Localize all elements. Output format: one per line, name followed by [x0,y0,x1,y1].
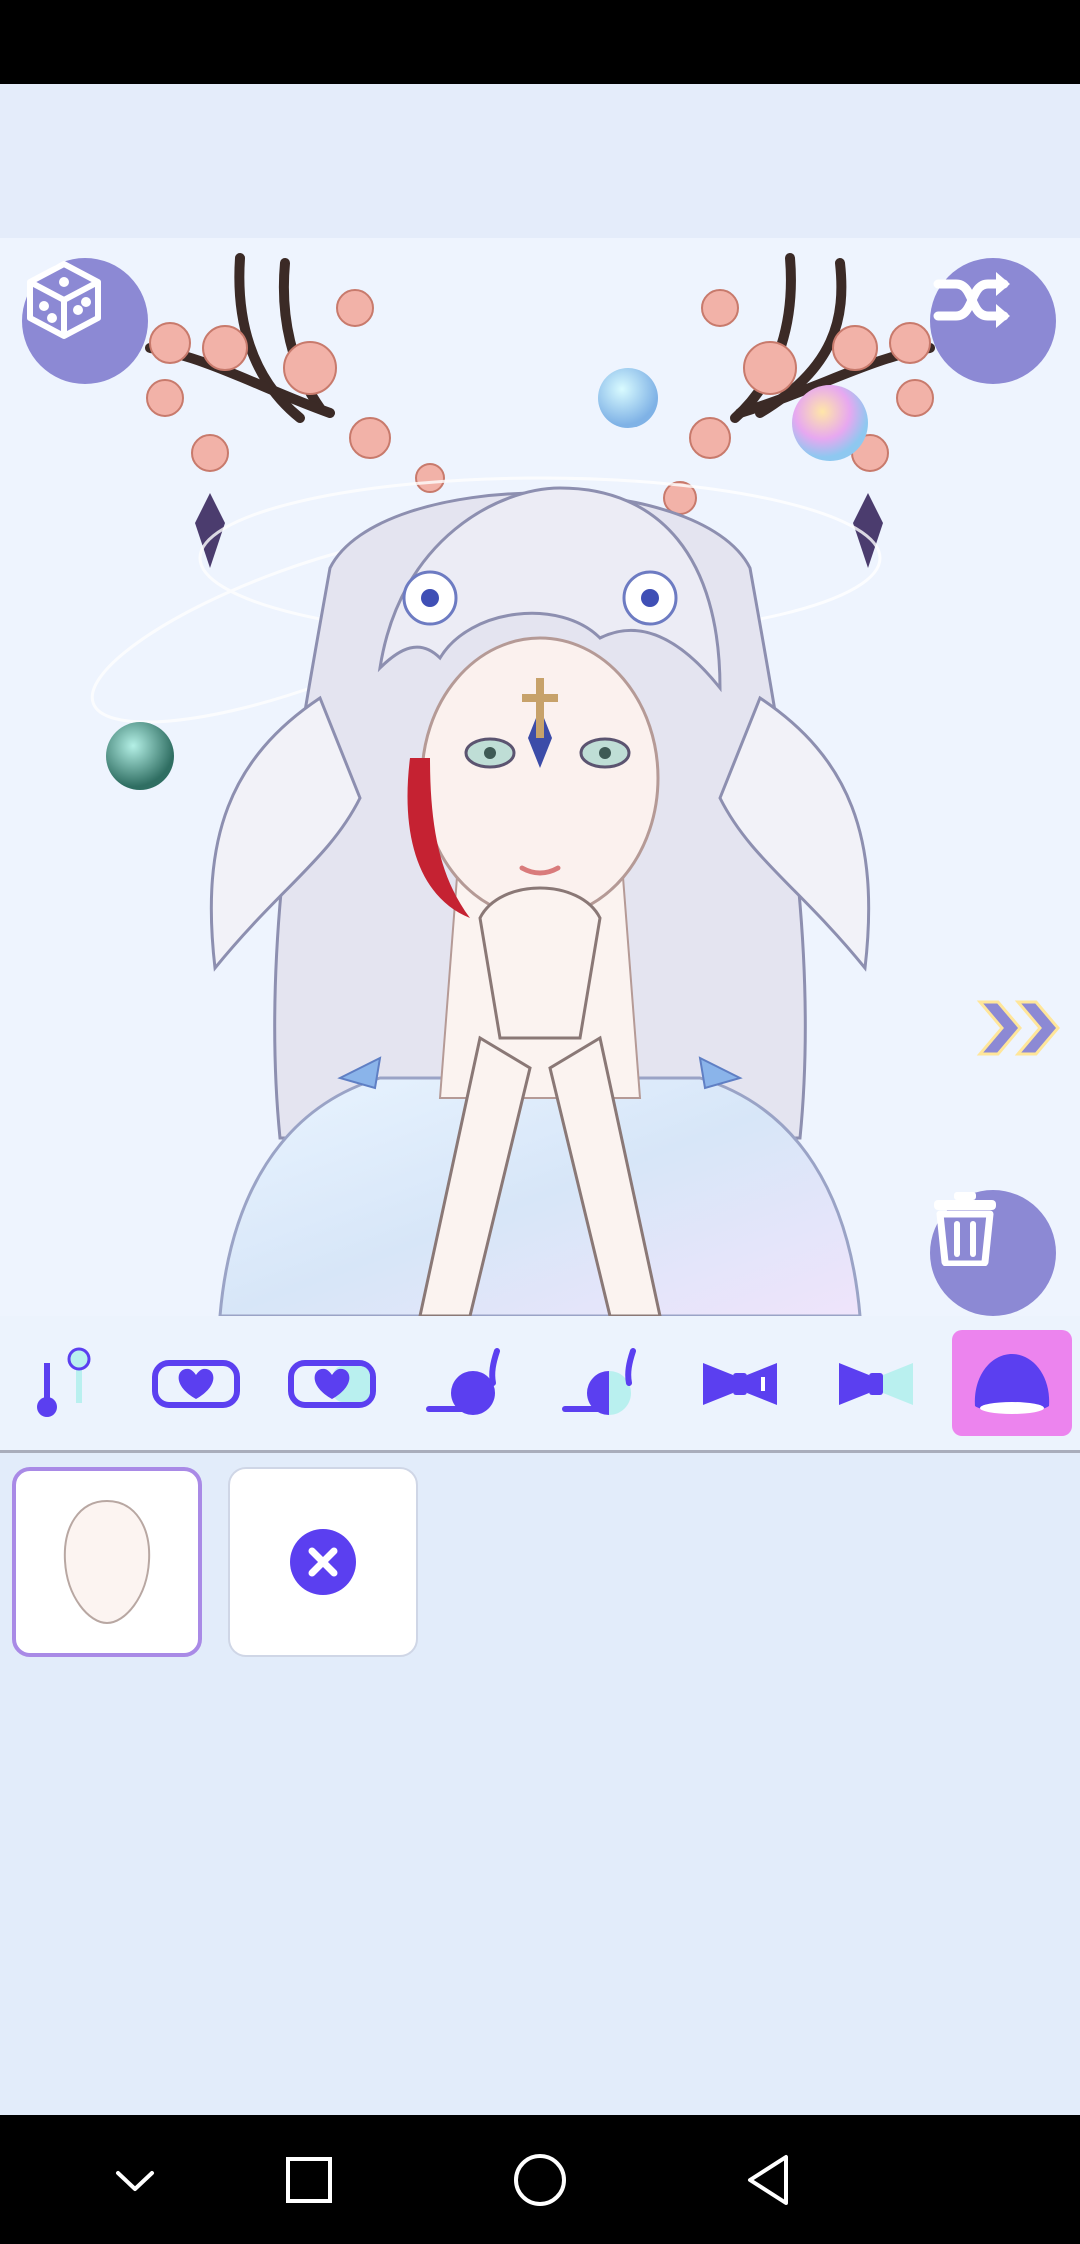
nav-recents-button[interactable] [264,2135,354,2225]
collapse-icon [116,2171,154,2191]
ball-brush-color-icon [562,1348,636,1415]
recents-icon [286,2157,332,2203]
nav-collapse-button[interactable] [90,2135,180,2225]
tab-blob-shape[interactable] [952,1330,1072,1436]
adjust-position-icon [37,1347,91,1417]
category-toolbar [0,1316,1080,1453]
double-chevron-right-icon [976,1000,1060,1056]
nav-back-button[interactable] [724,2135,814,2225]
remove-icon [290,1529,356,1595]
character-canvas [0,238,1080,1316]
face-shape-icon [63,1499,151,1625]
tab-ball-brush-color[interactable] [544,1330,664,1436]
blob-shape-icon [974,1354,1050,1414]
bow-color-icon [839,1363,913,1405]
system-nav-bar [0,2115,1080,2244]
back-icon [748,2155,788,2205]
shuffle-button[interactable] [930,258,1056,384]
tab-ball-brush[interactable] [408,1330,528,1436]
character-illustration [90,253,935,1316]
shuffle-icon [933,272,1010,328]
top-banner-area [0,84,1080,238]
options-panel [0,1453,1080,2115]
tab-heart-frame[interactable] [136,1330,256,1436]
tab-adjust-position[interactable] [2,1330,122,1436]
next-button[interactable] [976,998,1066,1058]
bow-icon [703,1363,777,1405]
home-icon [514,2154,566,2206]
tab-heart-frame-color[interactable] [272,1330,392,1436]
delete-button[interactable] [930,1190,1056,1316]
nav-home-button[interactable] [495,2135,585,2225]
option-remove[interactable] [228,1467,418,1657]
tab-bow-color[interactable] [816,1330,936,1436]
option-face-shape[interactable] [12,1467,202,1657]
trash-icon [934,1192,996,1266]
dice-icon [27,261,101,339]
ball-brush-icon [426,1348,500,1415]
heart-frame-color-icon [288,1360,376,1408]
random-button[interactable] [22,258,148,384]
heart-frame-icon [152,1360,240,1408]
tab-bow[interactable] [680,1330,800,1436]
status-bar [0,0,1080,84]
